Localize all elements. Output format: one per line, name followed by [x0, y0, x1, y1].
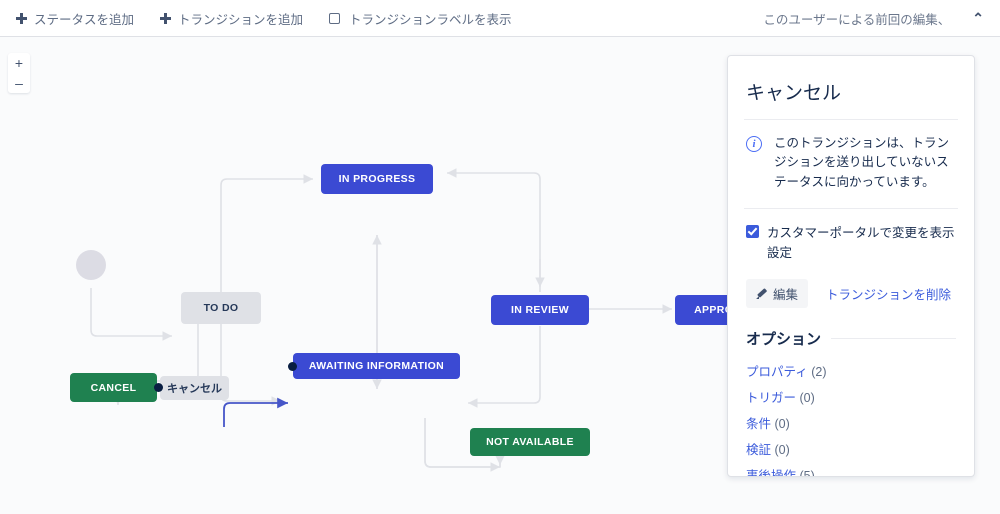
- show-transition-labels-checkbox[interactable]: トランジションラベルを表示: [329, 9, 512, 28]
- option-validators[interactable]: 検証 (0): [746, 435, 956, 461]
- delete-transition-link[interactable]: トランジションを削除: [826, 284, 951, 303]
- option-count: (5): [799, 468, 815, 477]
- transition-endpoint-source[interactable]: [154, 383, 163, 392]
- toolbar-right-group: このユーザーによる前回の編集、 ⌃: [763, 9, 1000, 28]
- node-label: IN REVIEW: [511, 304, 569, 316]
- node-to-do[interactable]: TO DO: [181, 292, 261, 324]
- option-post-functions[interactable]: 事後操作 (5): [746, 461, 956, 477]
- last-edited-text: このユーザーによる前回の編集、: [763, 12, 951, 27]
- zoom-out-button[interactable]: –: [8, 73, 30, 93]
- portal-visibility-checkbox-row[interactable]: カスタマーポータルで変更を表示設定: [746, 209, 956, 263]
- node-in-review[interactable]: IN REVIEW: [491, 295, 589, 325]
- option-label: プロパティ: [746, 364, 808, 379]
- node-label: IN PROGRESS: [338, 173, 416, 185]
- edit-button-label: 編集: [773, 288, 799, 303]
- add-status-button[interactable]: ステータスを追加: [16, 9, 134, 28]
- zoom-in-button[interactable]: +: [8, 53, 30, 73]
- top-toolbar: ステータスを追加 トランジションを追加 トランジションラベルを表示 このユーザー…: [0, 0, 1000, 37]
- node-start[interactable]: [76, 250, 106, 280]
- node-not-available[interactable]: NOT AVAILABLE: [470, 428, 590, 456]
- pencil-icon: [756, 288, 767, 299]
- option-count: (0): [799, 390, 815, 405]
- option-count: (0): [774, 442, 790, 457]
- checkbox-checked-icon[interactable]: [746, 225, 759, 239]
- toolbar-actions-group: ステータスを追加 トランジションを追加 トランジションラベルを表示: [0, 9, 512, 28]
- info-message-text: このトランジションは、トランジションを送り出していないステータスに向かっています…: [774, 136, 950, 189]
- zoom-controls: + –: [8, 53, 30, 93]
- info-icon: i: [746, 136, 762, 152]
- checkbox-icon[interactable]: [329, 12, 341, 24]
- option-conditions[interactable]: 条件 (0): [746, 409, 956, 435]
- add-transition-button[interactable]: トランジションを追加: [160, 9, 303, 28]
- node-label: TO DO: [203, 302, 239, 314]
- portal-visibility-label: カスタマーポータルで変更を表示設定: [767, 226, 955, 261]
- options-list: プロパティ (2) トリガー (0) 条件 (0) 検証 (0) 事後操作 (5…: [746, 357, 956, 477]
- option-label: 事後操作: [746, 468, 797, 477]
- option-count: (2): [811, 364, 827, 379]
- option-properties[interactable]: プロパティ (2): [746, 357, 956, 383]
- add-status-label: ステータスを追加: [34, 12, 135, 27]
- node-cancel[interactable]: CANCEL: [70, 373, 157, 402]
- divider: [831, 338, 956, 340]
- node-awaiting-information[interactable]: AWAITING INFORMATION: [293, 353, 460, 379]
- edit-button[interactable]: 編集: [746, 279, 809, 309]
- chevron-up-icon[interactable]: ⌃: [972, 11, 984, 25]
- option-count: (0): [774, 416, 790, 431]
- node-in-progress[interactable]: IN PROGRESS: [321, 164, 433, 194]
- add-transition-label: トランジションを追加: [178, 12, 304, 27]
- transition-label-cancel[interactable]: キャンセル: [160, 376, 229, 400]
- option-triggers[interactable]: トリガー (0): [746, 383, 956, 409]
- options-header: オプション: [746, 322, 956, 357]
- option-label: トリガー: [746, 390, 797, 405]
- option-label: 条件: [746, 416, 772, 431]
- node-label: NOT AVAILABLE: [486, 436, 574, 448]
- show-transition-labels-label: トランジションラベルを表示: [349, 12, 512, 27]
- plus-icon: [160, 12, 172, 24]
- node-label: CANCEL: [90, 381, 137, 394]
- option-label: 検証: [746, 442, 772, 457]
- options-title: オプション: [746, 331, 822, 349]
- node-label: AWAITING INFORMATION: [308, 360, 445, 372]
- panel-title: キャンセル: [746, 83, 842, 104]
- info-message: i このトランジションは、トランジションを送り出していないステータスに向かってい…: [746, 120, 956, 208]
- plus-icon: [16, 12, 27, 24]
- transition-details-panel: キャンセル i このトランジションは、トランジションを送り出していないステータス…: [727, 55, 975, 477]
- transition-endpoint-target[interactable]: [288, 362, 297, 371]
- panel-action-buttons: 編集 トランジションを削除: [746, 263, 956, 322]
